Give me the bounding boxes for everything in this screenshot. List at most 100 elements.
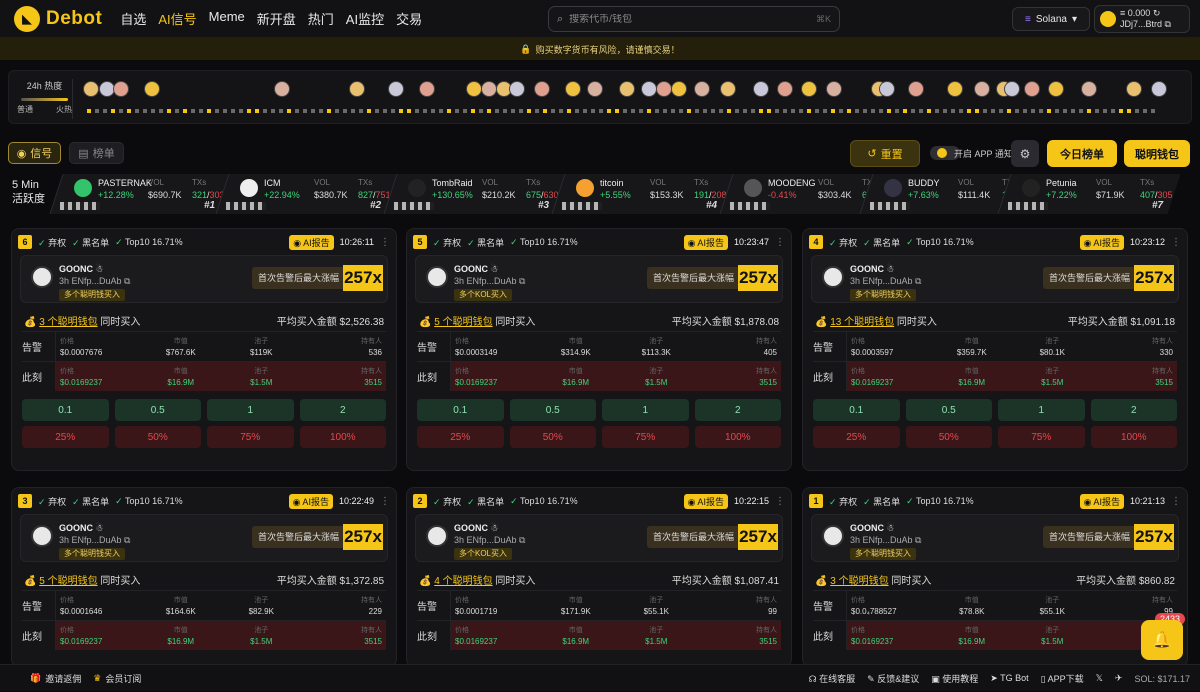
- nav-watchlist[interactable]: 自选: [120, 9, 146, 28]
- search-box[interactable]: ⌕ ⌘K: [548, 6, 840, 32]
- signal-card[interactable]: 6 ✓ 弃权 ✓ 黑名单 ✓ Top10 16.71% ◉ AI报告 10:26…: [11, 228, 397, 471]
- chain-selector[interactable]: ≡ Solana ▾: [1012, 7, 1090, 31]
- heat-coin-icon[interactable]: [349, 81, 365, 97]
- support-link[interactable]: ☊ 在线客服: [809, 672, 856, 685]
- quick-buy-button[interactable]: 0.5: [114, 399, 201, 421]
- smart-wallet-button[interactable]: 聪明钱包: [1124, 140, 1190, 167]
- heat-coin-icon[interactable]: [801, 81, 817, 97]
- quick-buy-button[interactable]: 0.5: [905, 399, 992, 421]
- heat-coin-icon[interactable]: [113, 81, 129, 97]
- more-icon[interactable]: ⋮: [775, 496, 785, 507]
- heat-coin-icon[interactable]: [83, 81, 99, 97]
- heat-coin-icon[interactable]: [534, 81, 550, 97]
- heat-coin-icon[interactable]: [720, 81, 736, 97]
- x-icon[interactable]: 𝕏: [1096, 673, 1103, 684]
- heat-coin-icon[interactable]: [1151, 81, 1167, 97]
- token-panel[interactable]: GOONC ☃ 3h ENfp...DuAb ⧉ 多个聪明钱买入 首次告警后最大…: [20, 255, 388, 303]
- heat-coin-icon[interactable]: [587, 81, 603, 97]
- nav-ai-monitor[interactable]: AI监控: [346, 9, 384, 28]
- heat-coin-icon[interactable]: [1048, 81, 1064, 97]
- quick-buy-button[interactable]: 2: [1090, 399, 1177, 421]
- nav-new-pairs[interactable]: 新开盘: [257, 9, 296, 28]
- smart-wallet-link[interactable]: 13 个聪明钱包: [830, 317, 894, 328]
- heat-coin-icon[interactable]: [274, 81, 290, 97]
- quick-buy-button[interactable]: 0.1: [22, 399, 109, 421]
- heat-coin-icon[interactable]: [879, 81, 895, 97]
- heat-coin-icon[interactable]: [509, 81, 525, 97]
- heat-coin-icon[interactable]: [619, 81, 635, 97]
- token-panel[interactable]: GOONC ☃ 3h ENfp...DuAb ⧉ 多个KOL买入 首次告警后最大…: [415, 255, 783, 303]
- tab-rank[interactable]: ▤ 榜单: [69, 142, 124, 164]
- heat-coin-icon[interactable]: [1126, 81, 1142, 97]
- quick-sell-button[interactable]: 50%: [509, 426, 596, 448]
- more-icon[interactable]: ⋮: [775, 237, 785, 248]
- search-input[interactable]: [569, 13, 816, 25]
- heat-coin-icon[interactable]: [656, 81, 672, 97]
- more-icon[interactable]: ⋮: [1171, 496, 1181, 507]
- heat-coin-icon[interactable]: [826, 81, 842, 97]
- ai-report-button[interactable]: ◉ AI报告: [1079, 493, 1124, 509]
- ai-report-button[interactable]: ◉ AI报告: [289, 234, 334, 250]
- token-panel[interactable]: GOONC ☃ 3h ENfp...DuAb ⧉ 多个聪明钱买入 首次告警后最大…: [811, 514, 1179, 562]
- bell-icon[interactable]: 🔔: [1141, 620, 1183, 660]
- signal-card[interactable]: 1 ✓ 弃权 ✓ 黑名单 ✓ Top10 16.71% ◉ AI报告 10:21…: [802, 487, 1188, 667]
- heat-coin-icon[interactable]: [753, 81, 769, 97]
- reset-button[interactable]: ↺ 重置: [850, 140, 920, 167]
- app-download-link[interactable]: ▯ APP下载: [1041, 672, 1084, 685]
- quick-sell-button[interactable]: 100%: [299, 426, 386, 448]
- quick-buy-button[interactable]: 1: [998, 399, 1085, 421]
- quick-sell-button[interactable]: 50%: [114, 426, 201, 448]
- tg-bot-link[interactable]: ➤ TG Bot: [990, 673, 1028, 684]
- tab-signal[interactable]: ◉ 信号: [8, 142, 61, 164]
- quick-buy-button[interactable]: 0.1: [417, 399, 504, 421]
- quick-buy-button[interactable]: 0.1: [813, 399, 900, 421]
- ai-report-button[interactable]: ◉ AI报告: [683, 234, 728, 250]
- quick-buy-button[interactable]: 2: [694, 399, 781, 421]
- more-icon[interactable]: ⋮: [380, 496, 390, 507]
- quick-sell-button[interactable]: 25%: [813, 426, 900, 448]
- signal-card[interactable]: 2 ✓ 弃权 ✓ 黑名单 ✓ Top10 16.71% ◉ AI报告 10:22…: [406, 487, 792, 667]
- smart-wallet-link[interactable]: 4 个聪明钱包: [434, 576, 492, 587]
- ai-report-button[interactable]: ◉ AI报告: [288, 493, 333, 509]
- more-icon[interactable]: ⋮: [1171, 237, 1181, 248]
- heat-coin-icon[interactable]: [641, 81, 657, 97]
- ai-report-button[interactable]: ◉ AI报告: [1079, 234, 1124, 250]
- smart-wallet-link[interactable]: 5 个聪明钱包: [434, 317, 492, 328]
- heat-coin-icon[interactable]: [671, 81, 687, 97]
- quick-sell-button[interactable]: 75%: [602, 426, 689, 448]
- ai-report-button[interactable]: ◉ AI报告: [683, 493, 728, 509]
- tutorial-link[interactable]: ▣ 使用教程: [931, 672, 978, 685]
- quick-sell-button[interactable]: 50%: [905, 426, 992, 448]
- smart-wallet-link[interactable]: 3 个聪明钱包: [39, 317, 97, 328]
- heat-coin-icon[interactable]: [144, 81, 160, 97]
- heat-coin-icon[interactable]: [947, 81, 963, 97]
- nav-meme[interactable]: Meme: [209, 9, 245, 28]
- refresh-icon[interactable]: ↻: [1153, 8, 1161, 18]
- signal-card[interactable]: 3 ✓ 弃权 ✓ 黑名单 ✓ Top10 16.71% ◉ AI报告 10:22…: [11, 487, 397, 667]
- settings-gear-icon[interactable]: ⚙: [1011, 140, 1039, 167]
- quick-sell-button[interactable]: 100%: [694, 426, 781, 448]
- quick-sell-button[interactable]: 25%: [22, 426, 109, 448]
- heat-coin-icon[interactable]: [388, 81, 404, 97]
- nav-ai-signal[interactable]: AI信号: [158, 9, 196, 28]
- quick-sell-button[interactable]: 100%: [1090, 426, 1177, 448]
- heat-coin-icon[interactable]: [908, 81, 924, 97]
- heat-coin-icon[interactable]: [694, 81, 710, 97]
- quick-buy-button[interactable]: 0.5: [509, 399, 596, 421]
- signal-card[interactable]: 4 ✓ 弃权 ✓ 黑名单 ✓ Top10 16.71% ◉ AI报告 10:23…: [802, 228, 1188, 471]
- heat-coin-icon[interactable]: [1024, 81, 1040, 97]
- quick-sell-button[interactable]: 75%: [998, 426, 1085, 448]
- more-icon[interactable]: ⋮: [380, 237, 390, 248]
- invite-link[interactable]: 邀请返佣: [45, 672, 81, 685]
- heat-coin-icon[interactable]: [1004, 81, 1020, 97]
- today-rank-button[interactable]: 今日榜单: [1047, 140, 1117, 167]
- quick-buy-button[interactable]: 2: [299, 399, 386, 421]
- smart-wallet-link[interactable]: 5 个聪明钱包: [39, 576, 97, 587]
- heat-coin-icon[interactable]: [419, 81, 435, 97]
- token-panel[interactable]: GOONC ☃ 3h ENfp...DuAb ⧉ 多个KOL买入 首次告警后最大…: [415, 514, 783, 562]
- feedback-link[interactable]: ✎ 反馈&建议: [867, 672, 919, 685]
- vip-link[interactable]: 会员订阅: [105, 672, 141, 685]
- quick-sell-button[interactable]: 25%: [417, 426, 504, 448]
- token-panel[interactable]: GOONC ☃ 3h ENfp...DuAb ⧉ 多个聪明钱买入 首次告警后最大…: [20, 514, 388, 562]
- heat-coin-icon[interactable]: [974, 81, 990, 97]
